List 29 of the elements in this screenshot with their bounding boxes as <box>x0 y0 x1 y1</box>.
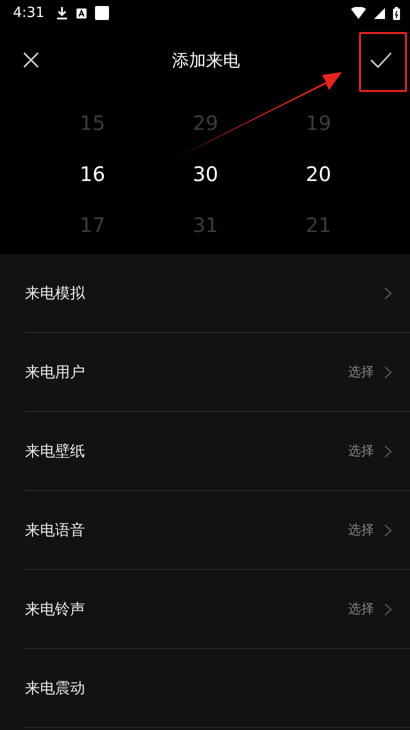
close-icon <box>22 51 40 69</box>
download-icon <box>56 6 68 20</box>
status-time: 4:31 <box>13 5 44 21</box>
picker-value[interactable]: 30 <box>192 158 218 190</box>
settings-row[interactable]: 来电铃声 选择 <box>25 570 410 649</box>
row-label: 来电壁纸 <box>25 442 85 460</box>
row-value: 选择 <box>348 522 374 539</box>
row-value: 选择 <box>348 601 374 618</box>
row-label: 来电模拟 <box>25 284 85 302</box>
settings-row[interactable]: 来电模拟 <box>25 254 410 333</box>
settings-row[interactable]: 来电用户 选择 <box>25 333 410 412</box>
picker-value[interactable]: 20 <box>306 158 332 190</box>
wifi-icon <box>351 7 366 19</box>
row-value: 选择 <box>348 443 374 460</box>
notification-icon <box>76 8 88 18</box>
row-label: 来电语音 <box>25 520 85 540</box>
signal-icon <box>374 8 385 18</box>
settings-row[interactable]: 来电语音 选择 <box>25 491 410 570</box>
notification-icon <box>95 6 110 20</box>
settings-row[interactable]: 来电壁纸 选择 <box>25 412 410 491</box>
picker-value[interactable]: 16 <box>80 158 106 190</box>
row-label: 来电铃声 <box>25 600 85 618</box>
row-value: 选择 <box>348 364 374 381</box>
checkmark-icon <box>370 52 392 68</box>
page-title: 添加来电 <box>172 50 240 72</box>
settings-row[interactable]: 来电震动 <box>25 649 410 728</box>
row-label: 来电用户 <box>25 362 85 382</box>
row-label: 来电震动 <box>25 678 85 698</box>
battery-icon <box>393 6 400 20</box>
